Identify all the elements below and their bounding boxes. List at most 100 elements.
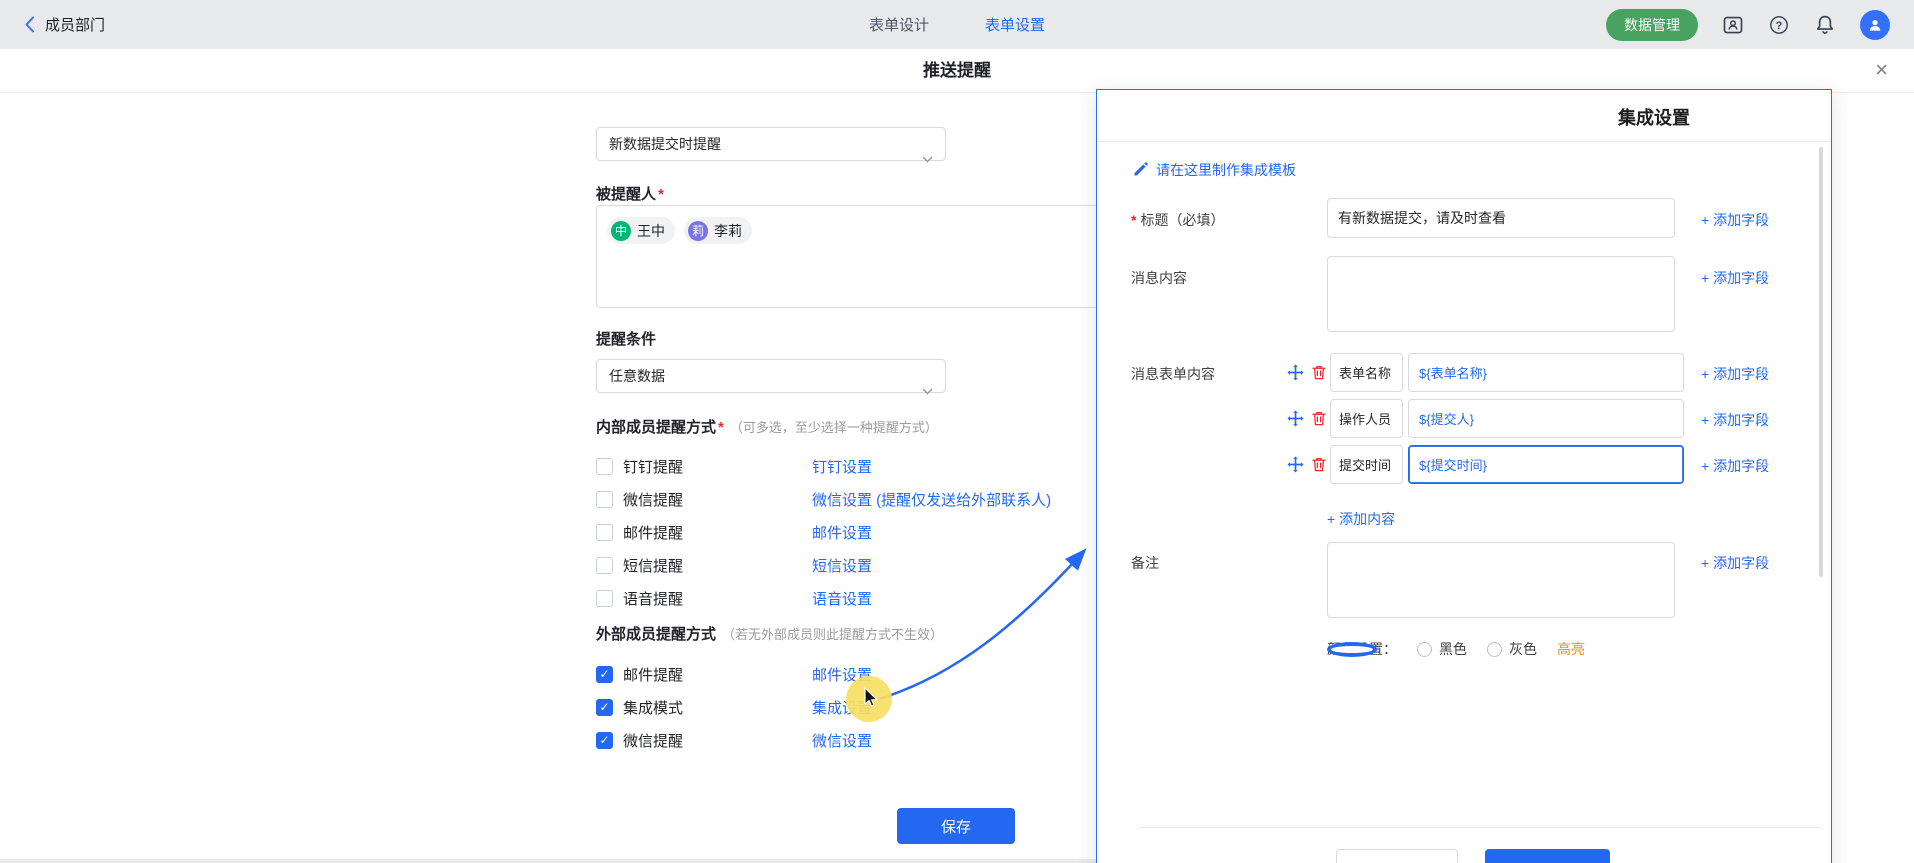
scrollbar-thumb[interactable] bbox=[1819, 147, 1823, 577]
member-name: 李莉 bbox=[714, 221, 742, 241]
panel-title: 集成设置 bbox=[1594, 104, 1714, 130]
trigger-select-value: 新数据提交时提醒 bbox=[609, 136, 721, 152]
checkbox-checked[interactable]: ✓ bbox=[596, 732, 613, 749]
panel-footer-divider bbox=[1139, 827, 1821, 828]
template-hint-link[interactable]: 请在这里制作集成模板 bbox=[1133, 160, 1296, 180]
row-value-input-focused[interactable] bbox=[1408, 445, 1684, 484]
add-field-link[interactable]: + 添加字段 bbox=[1701, 553, 1769, 573]
contacts-icon[interactable] bbox=[1722, 14, 1744, 36]
checkbox-unchecked[interactable] bbox=[596, 524, 613, 541]
delete-trash-icon[interactable] bbox=[1310, 409, 1328, 427]
add-field-link[interactable]: + 添加字段 bbox=[1701, 364, 1769, 384]
remark-textarea[interactable] bbox=[1327, 542, 1675, 618]
radio-icon-selected bbox=[1327, 642, 1377, 657]
title-input[interactable] bbox=[1327, 198, 1675, 238]
chevron-down-icon bbox=[922, 142, 933, 174]
add-field-link[interactable]: + 添加字段 bbox=[1701, 210, 1769, 230]
add-content-link[interactable]: + 添加内容 bbox=[1327, 509, 1395, 529]
internal-methods-title: 内部成员提醒方式*（可多选，至少选择一种提醒方式） bbox=[596, 416, 938, 437]
panel-primary-button[interactable] bbox=[1485, 849, 1610, 863]
option-label: 邮件提醒 bbox=[623, 522, 683, 543]
row-key-input[interactable] bbox=[1330, 353, 1403, 392]
topbar: 成员部门 表单设计 表单设置 数据管理 ? bbox=[0, 0, 1914, 49]
remark-field-label: 备注 bbox=[1131, 553, 1159, 573]
color-setting-row: 颜色设置： 黑色 灰色 高亮 bbox=[1327, 639, 1585, 659]
checkbox-checked[interactable]: ✓ bbox=[596, 666, 613, 683]
member-name: 王中 bbox=[637, 221, 665, 241]
member-avatar: 中 bbox=[611, 221, 631, 241]
tab-form-settings[interactable]: 表单设置 bbox=[985, 14, 1045, 35]
check-icon: ✓ bbox=[599, 701, 609, 713]
option-label: 微信提醒 bbox=[623, 730, 683, 751]
row-value-input[interactable] bbox=[1408, 399, 1684, 438]
checkbox-unchecked[interactable] bbox=[596, 458, 613, 475]
app-root: 成员部门 表单设计 表单设置 数据管理 ? 推送提醒 × bbox=[0, 0, 1914, 863]
checkbox-checked[interactable]: ✓ bbox=[596, 699, 613, 716]
dialog-header: 推送提醒 × bbox=[0, 49, 1914, 93]
radio-gray[interactable]: 灰色 bbox=[1487, 639, 1537, 659]
data-manage-button[interactable]: 数据管理 bbox=[1606, 9, 1698, 41]
row-key-input[interactable] bbox=[1330, 445, 1403, 484]
radio-highlight[interactable]: 高亮 bbox=[1557, 639, 1585, 659]
template-hint-text: 请在这里制作集成模板 bbox=[1156, 160, 1296, 180]
row-key-input[interactable] bbox=[1330, 399, 1403, 438]
svg-text:?: ? bbox=[1776, 20, 1783, 32]
checkbox-unchecked[interactable] bbox=[596, 557, 613, 574]
voice-settings-link[interactable]: 语音设置 bbox=[812, 588, 872, 609]
member-chip[interactable]: 中 王中 bbox=[607, 217, 675, 244]
panel-secondary-button[interactable] bbox=[1336, 849, 1458, 863]
mouse-cursor-icon bbox=[859, 685, 881, 707]
option-label: 集成模式 bbox=[623, 697, 683, 718]
drag-move-icon[interactable] bbox=[1286, 409, 1304, 427]
condition-label: 提醒条件 bbox=[596, 328, 656, 349]
sms-settings-link[interactable]: 短信设置 bbox=[812, 555, 872, 576]
option-label: 语音提醒 bbox=[623, 588, 683, 609]
close-icon[interactable]: × bbox=[1875, 49, 1888, 91]
trigger-select[interactable]: 新数据提交时提醒 bbox=[596, 127, 946, 161]
checkbox-unchecked[interactable] bbox=[596, 590, 613, 607]
center-tabs: 表单设计 表单设置 bbox=[869, 0, 1045, 49]
member-chip[interactable]: 莉 李莉 bbox=[684, 217, 752, 244]
option-label: 短信提醒 bbox=[623, 555, 683, 576]
recipients-label: 被提醒人* bbox=[596, 183, 664, 204]
condition-select[interactable]: 任意数据 bbox=[596, 359, 946, 393]
checkbox-unchecked[interactable] bbox=[596, 491, 613, 508]
row-value-input[interactable] bbox=[1408, 353, 1684, 392]
help-icon[interactable]: ? bbox=[1768, 14, 1790, 36]
add-field-link[interactable]: + 添加字段 bbox=[1701, 410, 1769, 430]
email-settings-link[interactable]: 邮件设置 bbox=[812, 522, 872, 543]
wechat-settings-link[interactable]: 微信设置 (提醒仅发送给外部联系人) bbox=[812, 489, 1051, 510]
ext-wechat-settings-link[interactable]: 微信设置 bbox=[812, 730, 872, 751]
drag-move-icon[interactable] bbox=[1286, 363, 1304, 381]
tab-form-design[interactable]: 表单设计 bbox=[869, 14, 929, 35]
add-field-link[interactable]: + 添加字段 bbox=[1701, 268, 1769, 288]
radio-black[interactable]: 黑色 bbox=[1417, 639, 1467, 659]
check-icon: ✓ bbox=[599, 668, 609, 680]
add-field-link[interactable]: + 添加字段 bbox=[1701, 456, 1769, 476]
back-icon[interactable] bbox=[24, 16, 35, 33]
internal-methods-note: （可多选，至少选择一种提醒方式） bbox=[730, 420, 938, 435]
external-methods-note: （若无外部成员则此提醒方式不生效） bbox=[722, 627, 943, 642]
radio-icon bbox=[1417, 642, 1432, 657]
save-button[interactable]: 保存 bbox=[897, 808, 1015, 844]
delete-trash-icon[interactable] bbox=[1310, 455, 1328, 473]
delete-trash-icon[interactable] bbox=[1310, 363, 1328, 381]
panel-header-divider bbox=[1097, 141, 1831, 142]
member-avatar: 莉 bbox=[688, 221, 708, 241]
cursor-highlight bbox=[846, 676, 892, 722]
form-content-label: 消息表单内容 bbox=[1131, 364, 1215, 384]
message-textarea[interactable] bbox=[1327, 256, 1675, 332]
option-label: 钉钉提醒 bbox=[623, 456, 683, 477]
drag-move-icon[interactable] bbox=[1286, 455, 1304, 473]
title-field-label: *标题（必填） bbox=[1131, 210, 1224, 230]
radio-icon bbox=[1487, 642, 1502, 657]
dingtalk-settings-link[interactable]: 钉钉设置 bbox=[812, 456, 872, 477]
check-icon: ✓ bbox=[599, 734, 609, 746]
bell-icon[interactable] bbox=[1814, 14, 1836, 36]
required-asterisk: * bbox=[1131, 212, 1136, 228]
external-methods-title: 外部成员提醒方式（若无外部成员则此提醒方式不生效） bbox=[596, 623, 943, 644]
integration-settings-panel: 集成设置 请在这里制作集成模板 *标题（必填） + 添加字段 消息内容 + 添加… bbox=[1096, 89, 1832, 863]
user-avatar[interactable] bbox=[1860, 10, 1890, 40]
option-label: 邮件提醒 bbox=[623, 664, 683, 685]
required-asterisk: * bbox=[718, 419, 724, 436]
